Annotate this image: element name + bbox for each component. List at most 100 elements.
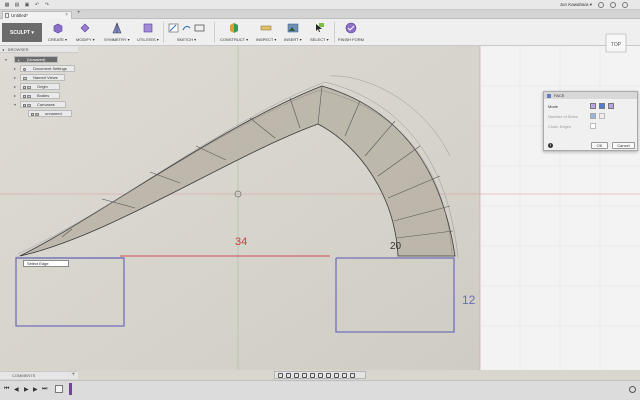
expand-root-icon[interactable]: ▾ [5, 57, 7, 62]
timeline-marker[interactable] [69, 383, 72, 395]
file-menu-icon[interactable]: ▤ [14, 2, 20, 8]
save-icon[interactable]: ▣ [24, 2, 30, 8]
modify-icon [80, 23, 90, 33]
finish-form-label: FINISH FORM [338, 37, 364, 42]
go-to-end-icon[interactable]: ⏭ [42, 386, 47, 393]
num-sides-label: Number of Sides [548, 114, 578, 119]
fit-icon[interactable] [310, 372, 315, 378]
browser-item-label: Origin [37, 84, 48, 89]
info-icon[interactable]: i [548, 143, 553, 148]
redo-icon[interactable]: ↷ [44, 2, 50, 8]
insert-group[interactable]: INSERT ▾ [284, 21, 302, 44]
close-tab-icon[interactable]: × [65, 12, 68, 19]
measure-icon [260, 25, 272, 31]
step-back-icon[interactable]: ◀ [14, 386, 19, 393]
browser-item-label: Named Views [33, 75, 58, 80]
dimension-label-20: 20 [390, 241, 402, 252]
lightbulb-icon[interactable] [31, 112, 34, 116]
view-cube[interactable]: TOP [603, 32, 629, 54]
step-forward-icon[interactable]: ▶ [33, 386, 38, 393]
toolbar-separator [214, 22, 215, 43]
browser-header[interactable]: ◂ BROWSER [0, 46, 78, 53]
display-settings-icon[interactable] [318, 372, 323, 378]
face-dialog-title-bar[interactable]: FACE [544, 92, 637, 99]
browser-item-bodies[interactable]: Bodies [20, 92, 60, 99]
gear-icon [23, 67, 26, 71]
add-comment-icon[interactable]: + [71, 372, 75, 378]
browser-title: BROWSER [8, 47, 29, 52]
browser-item-canvases[interactable]: Canvases [20, 101, 66, 108]
finish-form-group[interactable]: FINISH FORM [338, 21, 364, 44]
symmetry-label: SYMMETRY ▾ [104, 37, 130, 42]
chain-edges-checkbox[interactable] [590, 123, 596, 129]
modify-group[interactable]: MODIFY ▾ [76, 21, 95, 44]
dimension-label-34: 34 [235, 236, 247, 248]
select-group[interactable]: SELECT ▾ [310, 21, 329, 44]
browser-item-origin[interactable]: Origin [20, 83, 60, 90]
mode-edges-icon[interactable] [599, 103, 605, 109]
expand-canvases-icon[interactable]: ▾ [14, 102, 16, 107]
symmetry-icon [112, 22, 122, 34]
create-group[interactable]: CREATE ▾ [48, 21, 67, 44]
orbit-icon[interactable] [278, 372, 283, 378]
mode-simple-icon[interactable] [590, 103, 596, 109]
utilities-group[interactable]: UTILITIES ▾ [137, 21, 159, 44]
notification-icon[interactable] [610, 2, 616, 8]
cancel-button[interactable]: Cancel [612, 142, 635, 149]
play-icon[interactable]: ▶ [24, 386, 29, 393]
new-tab-icon[interactable]: + [77, 10, 81, 16]
browser-item-label: Bodies [37, 93, 50, 98]
effects-icon[interactable] [350, 372, 355, 378]
expand-doc-settings-icon[interactable]: ▸ [14, 66, 16, 71]
viewports-icon[interactable] [334, 372, 339, 378]
browser-item-document-settings[interactable]: Document Settings [20, 65, 75, 72]
ok-button[interactable]: OK [591, 142, 608, 149]
num-sides-4-icon[interactable] [590, 113, 596, 119]
finish-form-icon [345, 22, 357, 34]
workspace-switcher[interactable]: SCULPT ▾ [2, 23, 42, 42]
look-at-icon[interactable] [286, 372, 291, 378]
timeline-settings-icon[interactable] [629, 386, 636, 393]
user-menu[interactable]: Jun Kawahara ▾ [560, 2, 592, 8]
lightbulb-icon[interactable] [23, 85, 26, 89]
document-icon [5, 13, 9, 18]
create-box-icon [53, 23, 62, 34]
collapse-icon[interactable]: ◂ [2, 46, 4, 53]
browser-item-canvas-unnamed[interactable]: unnamed [28, 110, 72, 117]
sketch-arc-icon [182, 25, 191, 31]
folder-icon [23, 76, 27, 80]
ribbon-toolbar: SCULPT ▾ CREATE ▾ MODIFY ▾ SYMMETRY ▾ UT… [0, 19, 640, 46]
environment-icon[interactable] [342, 372, 347, 378]
sketch-rectangle-icon [194, 24, 205, 32]
zoom-icon[interactable] [302, 372, 307, 378]
go-to-start-icon[interactable]: ⏮ [4, 386, 9, 393]
timeline-canvas-feature[interactable] [55, 385, 63, 393]
help-icon[interactable] [622, 2, 628, 8]
num-sides-3-icon[interactable] [599, 113, 605, 119]
browser-item-named-views[interactable]: Named Views [20, 74, 65, 81]
grid-settings-icon[interactable] [326, 372, 331, 378]
construct-group[interactable]: CONSTRUCT ▾ [220, 21, 248, 44]
grid-menu-icon[interactable]: ▦ [4, 2, 10, 8]
expand-origin-icon[interactable]: ▸ [14, 84, 16, 89]
lightbulb-icon[interactable] [23, 94, 26, 98]
undo-icon[interactable]: ↶ [34, 2, 40, 8]
browser-item-label: unnamed [45, 111, 62, 116]
inspect-group[interactable]: INSPECT ▾ [256, 21, 276, 44]
symmetry-group[interactable]: SYMMETRY ▾ [104, 21, 130, 44]
mode-chain-icon[interactable] [608, 103, 614, 109]
chain-edges-label: Chain Edges [548, 124, 571, 129]
visibility-icon[interactable] [17, 58, 20, 62]
lightbulb-icon[interactable] [23, 103, 26, 107]
pan-icon[interactable] [294, 372, 299, 378]
expand-named-views-icon[interactable]: ▸ [14, 75, 16, 80]
job-status-icon[interactable] [598, 2, 604, 8]
comments-panel[interactable]: COMMENTS + [0, 371, 78, 379]
timeline-bar: ⏮ ◀ ▶ ▶ ⏭ [0, 380, 640, 400]
sketch-group[interactable]: SKETCH ▾ [168, 21, 205, 44]
document-tab[interactable]: Untitled* × [2, 11, 72, 19]
browser-item-label: Document Settings [33, 66, 67, 71]
browser-item-label: Canvases [37, 102, 55, 107]
expand-bodies-icon[interactable]: ▸ [14, 93, 16, 98]
browser-root-node[interactable]: (Unsaved) [14, 56, 58, 63]
